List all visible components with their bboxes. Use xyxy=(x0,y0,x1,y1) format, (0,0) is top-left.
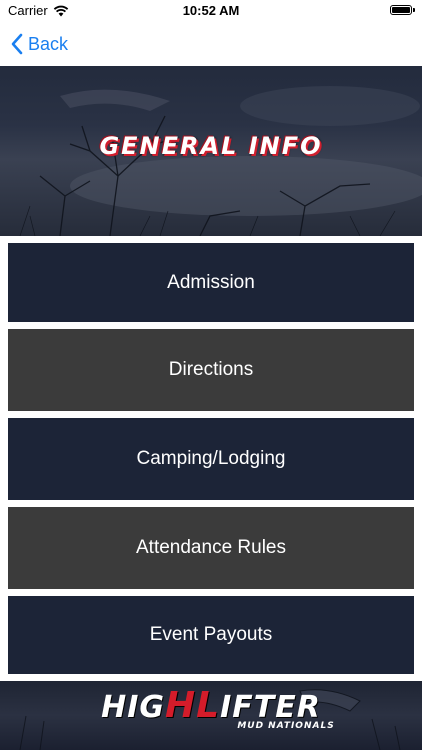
logo-highlight: HL xyxy=(165,685,221,726)
battery-icon xyxy=(390,5,412,15)
status-time: 10:52 AM xyxy=(182,3,240,18)
attendance-rules-button[interactable]: Attendance Rules xyxy=(8,507,414,589)
back-label: Back xyxy=(28,33,69,54)
battery-level xyxy=(392,7,410,13)
logo-prefix: HIG xyxy=(101,690,166,725)
status-bar: Carrier 10:52 AM xyxy=(0,0,422,22)
back-button[interactable]: Back xyxy=(10,30,68,58)
navigation-bar: Back xyxy=(0,22,422,66)
event-payouts-button[interactable]: Event Payouts xyxy=(8,596,414,674)
admission-button[interactable]: Admission xyxy=(8,243,414,322)
battery-tip xyxy=(413,8,415,12)
chevron-left-icon xyxy=(11,33,23,55)
header-banner: GENERAL INFO xyxy=(0,66,422,236)
page-title: GENERAL INFO xyxy=(99,132,323,160)
logo-suffix: IFTER xyxy=(220,690,321,725)
footer-banner: HIGHLIFTER MUD NATIONALS xyxy=(0,681,422,750)
directions-button[interactable]: Directions xyxy=(8,329,414,411)
highlifter-logo: HIGHLIFTER MUD NATIONALS xyxy=(0,688,422,732)
camping-lodging-button[interactable]: Camping/Lodging xyxy=(8,418,414,500)
logo-wordmark: HIGHLIFTER xyxy=(101,688,321,725)
